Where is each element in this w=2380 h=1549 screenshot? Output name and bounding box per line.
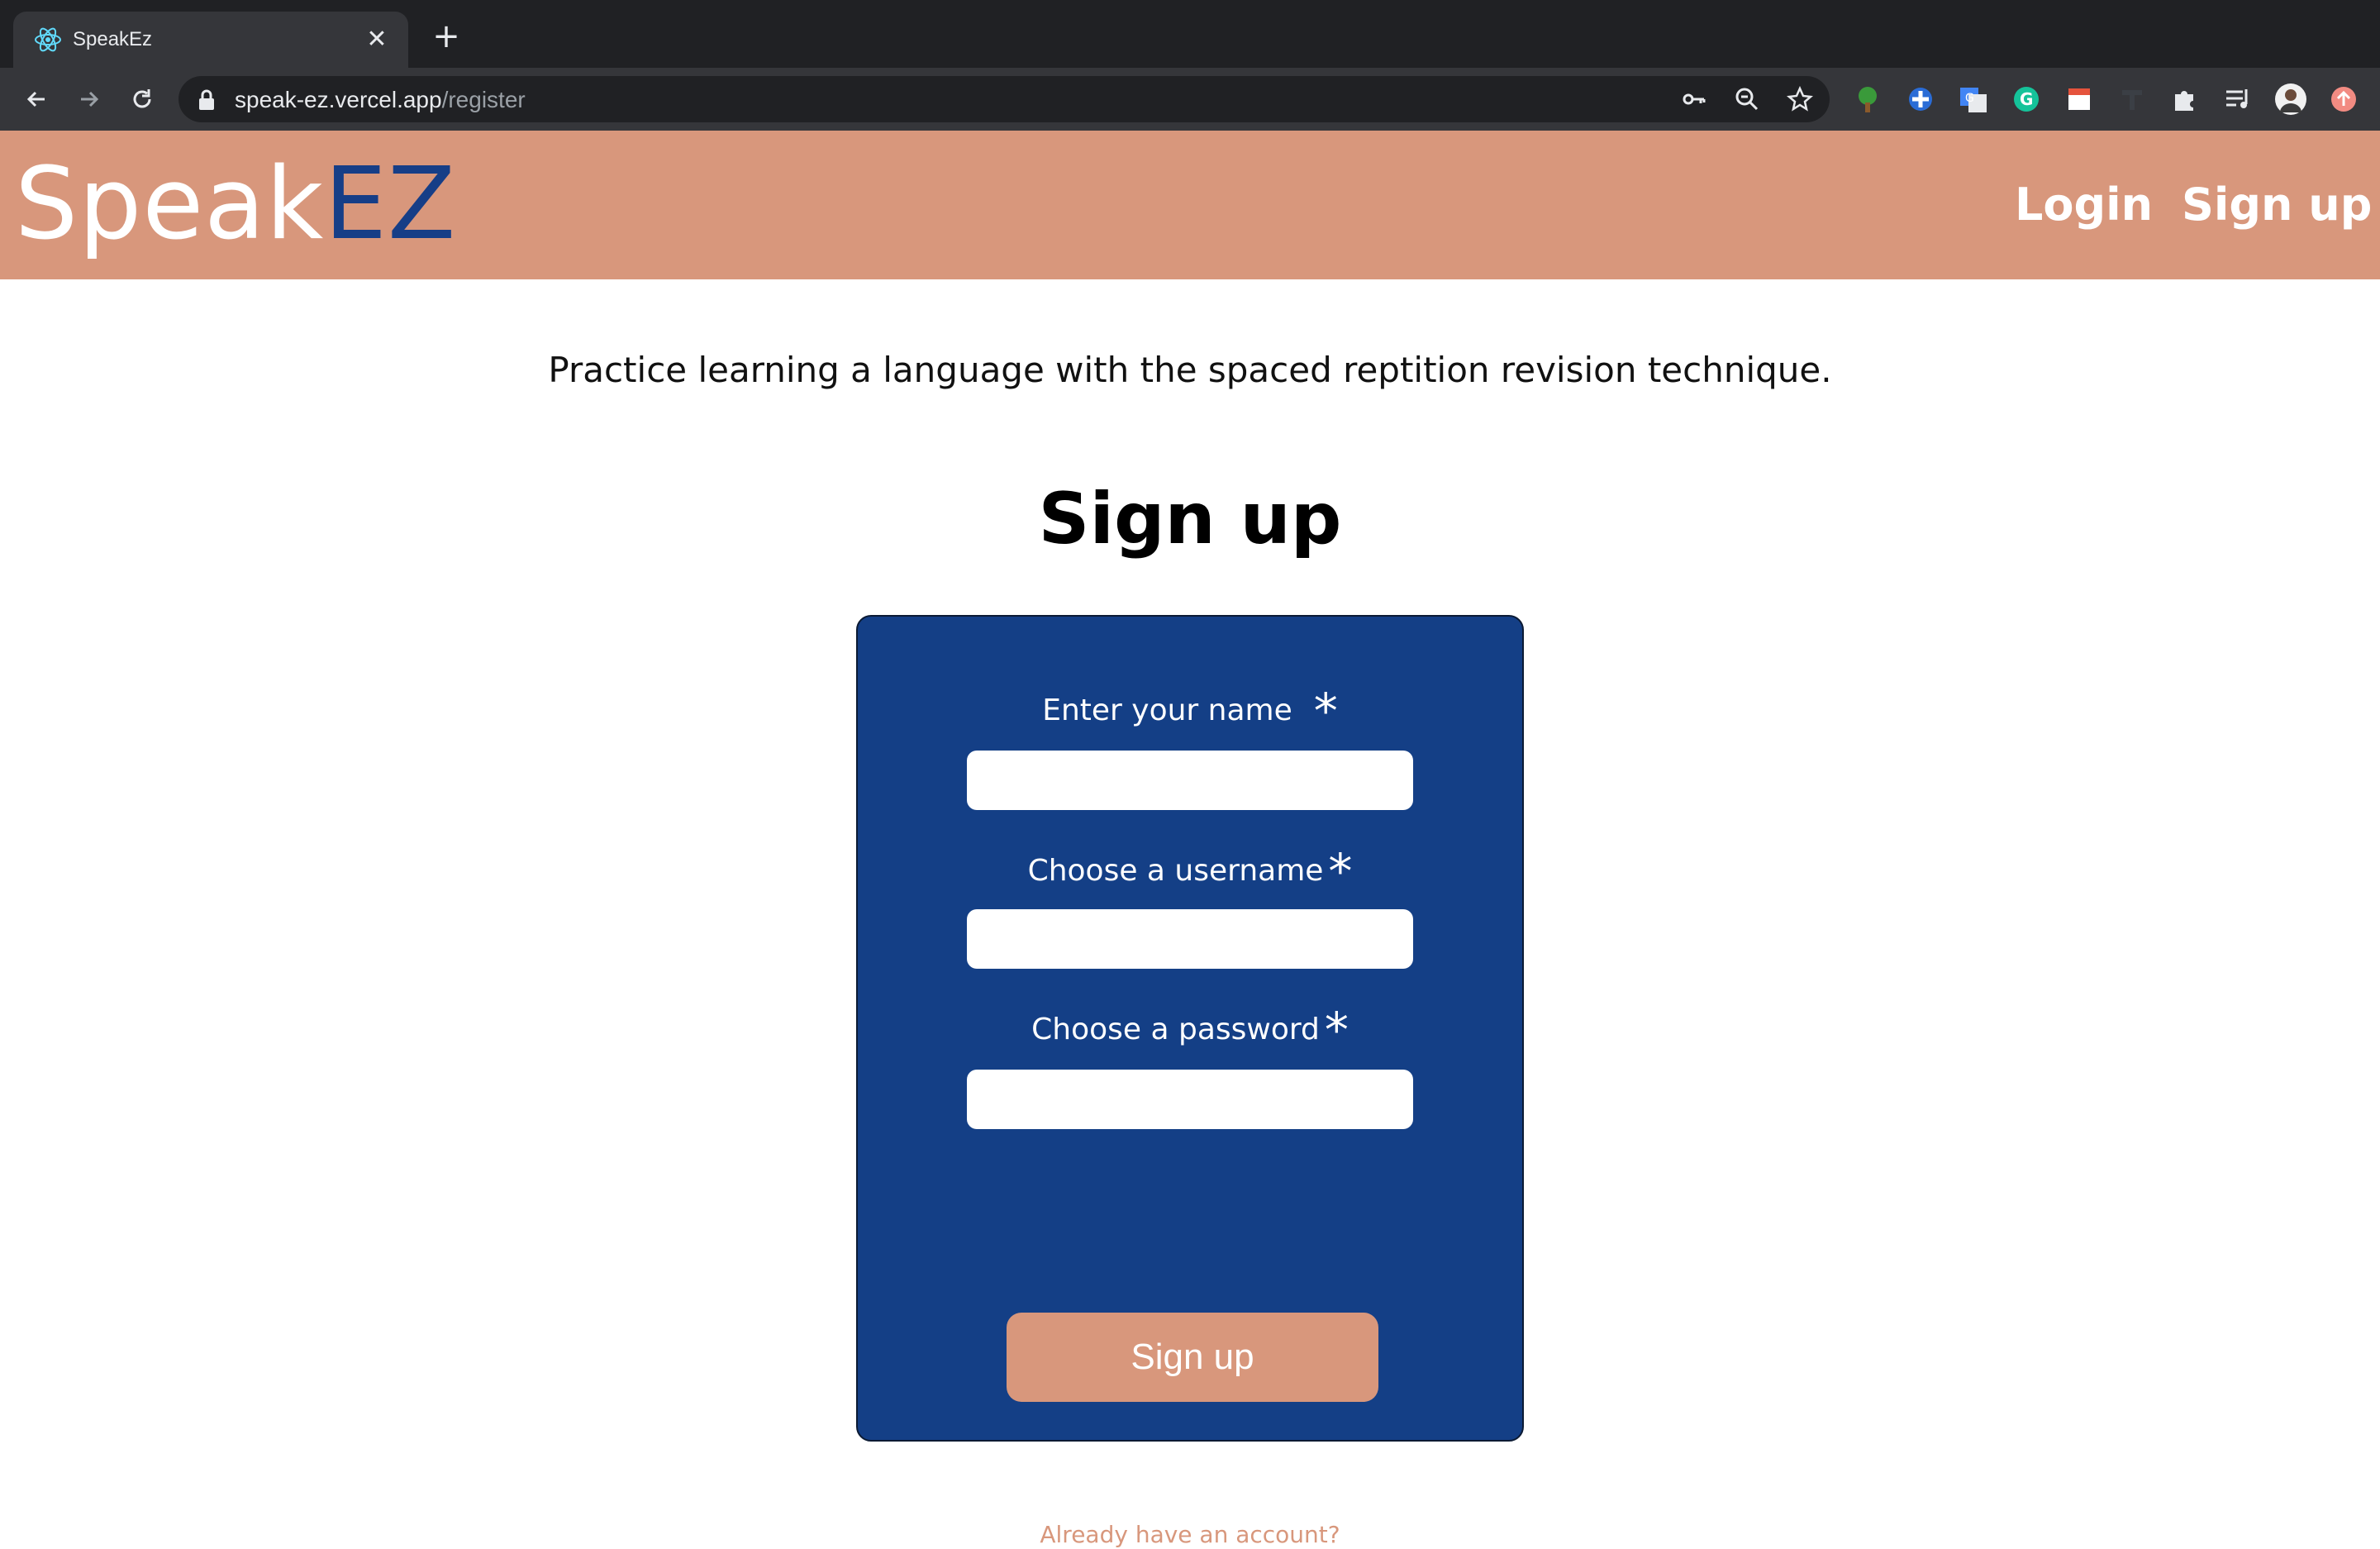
nav-login-link[interactable]: Login [2015, 179, 2153, 231]
username-label-text: Choose a username [1027, 854, 1324, 888]
close-icon[interactable]: ✕ [360, 23, 393, 56]
calendar-extension-icon[interactable] [2063, 83, 2096, 116]
url-host: speak-ez.vercel.app [235, 87, 442, 112]
page-content: SpeakEZ Login Sign up Practice learning … [0, 131, 2380, 1548]
address-bar[interactable]: speak-ez.vercel.app/register [178, 76, 1830, 122]
site-logo[interactable]: SpeakEZ [15, 149, 456, 261]
bookmark-star-icon[interactable] [1785, 84, 1815, 114]
svg-text:G: G [1965, 92, 1974, 105]
url-text: speak-ez.vercel.app/register [235, 86, 526, 114]
t-extension-icon[interactable] [2116, 83, 2149, 116]
required-asterisk: * [1324, 1002, 1349, 1058]
nav-signup-link[interactable]: Sign up [2182, 179, 2372, 231]
react-atom-icon [33, 25, 63, 55]
logo-ez: EZ [324, 147, 457, 262]
name-label: Enter your name * [858, 687, 1522, 735]
signup-submit-button[interactable]: Sign up [1007, 1313, 1378, 1402]
back-icon[interactable] [18, 81, 55, 117]
new-tab-button[interactable]: + [430, 20, 463, 55]
password-label: Choose a password * [858, 1006, 1522, 1054]
password-label-text: Choose a password [1031, 1013, 1320, 1046]
browser-toolbar: speak-ez.vercel.app/register G G [0, 68, 2380, 131]
tab-title: SpeakEz [73, 28, 153, 50]
tagline: Practice learning a language with the sp… [548, 350, 1832, 390]
url-path: /register [441, 87, 526, 112]
google-translate-icon[interactable]: G [1957, 83, 1990, 116]
username-label: Choose a username * [858, 847, 1522, 895]
already-have-account-link[interactable]: Already have an account? [858, 1521, 1522, 1549]
required-asterisk: * [1328, 843, 1353, 899]
name-input[interactable] [967, 751, 1413, 810]
site-header: SpeakEZ Login Sign up [0, 131, 2380, 279]
required-asterisk: * [1313, 683, 1338, 739]
browser-tab[interactable]: SpeakEz ✕ [13, 12, 408, 68]
page-title: Sign up [1038, 478, 1342, 560]
logo-speak: Speak [15, 147, 325, 262]
puzzle-icon[interactable] [2168, 83, 2202, 116]
profile-avatar[interactable] [2274, 83, 2307, 116]
update-icon[interactable] [2327, 83, 2360, 116]
name-label-text: Enter your name [1042, 693, 1292, 727]
blue-cross-extension-icon[interactable] [1904, 83, 1937, 116]
browser-tab-strip: SpeakEz ✕ + [0, 0, 2380, 68]
lock-icon [197, 89, 217, 111]
password-input[interactable] [967, 1070, 1413, 1129]
username-input[interactable] [967, 909, 1413, 969]
reading-list-icon[interactable] [2221, 83, 2254, 116]
tree-extension-icon[interactable] [1851, 83, 1884, 116]
grammarly-icon[interactable]: G [2010, 83, 2043, 116]
svg-text:G: G [2020, 89, 2033, 109]
zoom-icon[interactable] [1732, 84, 1762, 114]
reload-icon[interactable] [124, 81, 160, 117]
signup-form: Enter your name * Choose a username * Choo… [856, 615, 1524, 1548]
key-icon[interactable] [1679, 84, 1709, 114]
forward-icon[interactable] [71, 81, 107, 117]
